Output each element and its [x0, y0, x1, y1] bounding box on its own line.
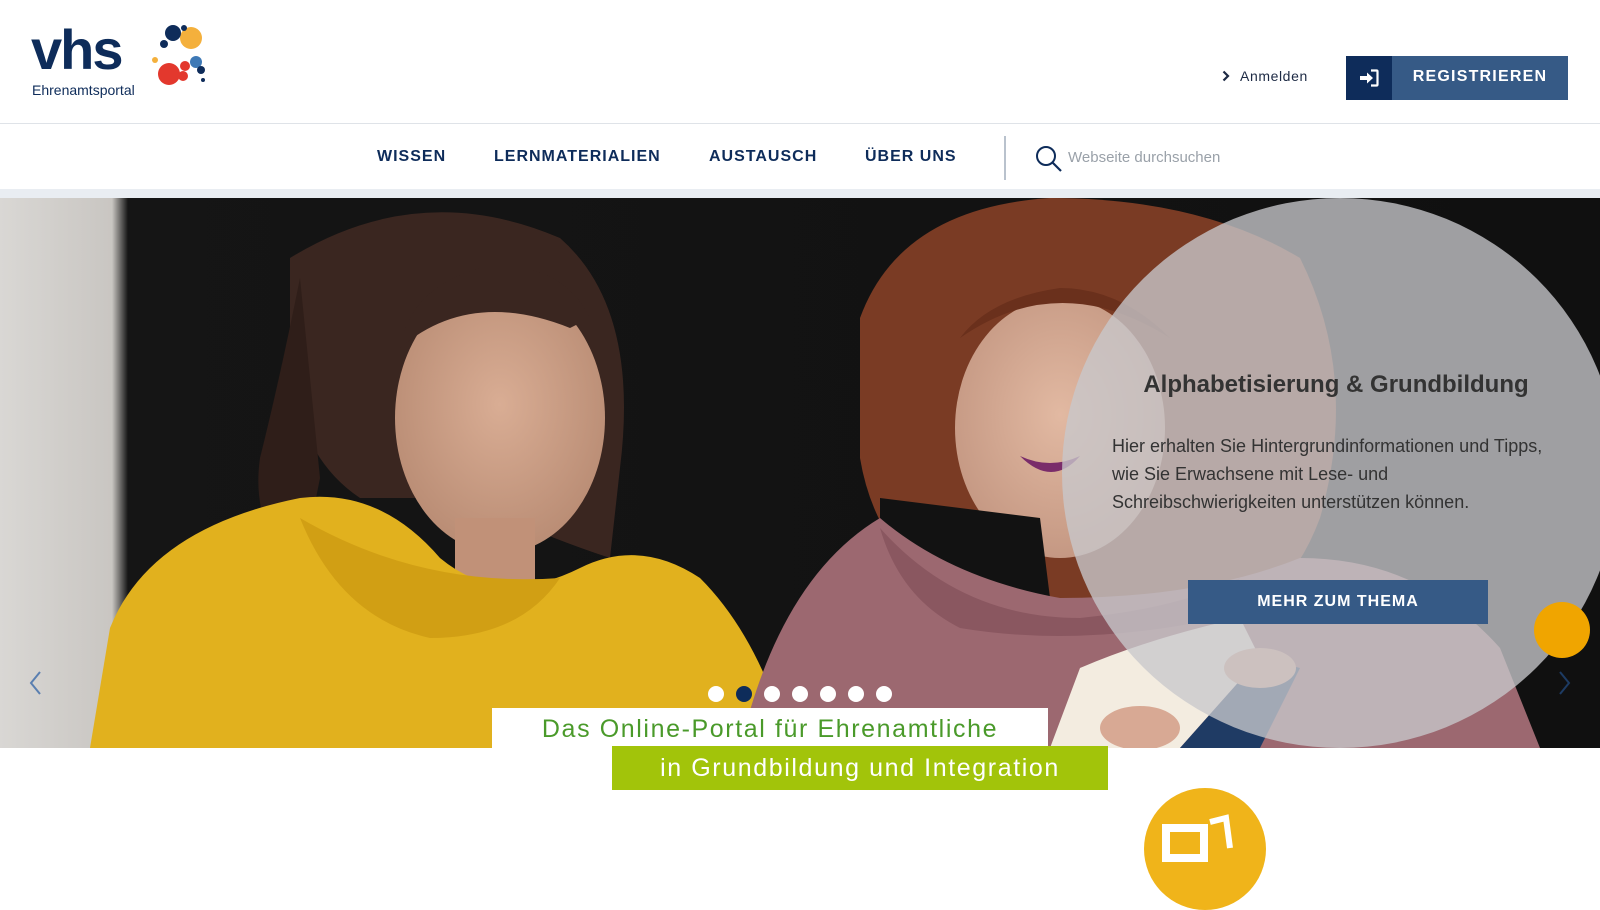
nav-item-wissen[interactable]: WISSEN: [377, 148, 446, 166]
book-icon: [1162, 814, 1233, 862]
chevron-left-icon[interactable]: [26, 668, 46, 698]
nav-item-lernmaterialien[interactable]: LERNMATERIALIEN: [494, 148, 661, 166]
mehr-zum-thema-button[interactable]: MEHR ZUM THEMA: [1188, 580, 1488, 624]
nav-item-ueber-uns[interactable]: ÜBER UNS: [865, 148, 957, 166]
logo-subtitle: Ehrenamtsportal: [32, 82, 135, 98]
tagline-line-1: Das Online-Portal für Ehrenamtliche: [492, 708, 1048, 750]
login-label: Anmelden: [1240, 68, 1308, 84]
hero-slider: Alphabetisierung & Grundbildung Hier erh…: [0, 198, 1600, 748]
nav-divider: [1004, 136, 1006, 180]
login-link[interactable]: Anmelden: [1222, 64, 1308, 88]
slide-dot-3[interactable]: [764, 686, 780, 702]
search-input[interactable]: [1068, 142, 1368, 172]
chevron-right-icon[interactable]: [1554, 668, 1574, 698]
logo-dots-icon: [152, 25, 205, 85]
slide-dot-6[interactable]: [848, 686, 864, 702]
hero-text: Hier erhalten Sie Hintergrundinformation…: [1112, 436, 1543, 512]
vhs-logo[interactable]: vhs Ehrenamtsportal: [31, 18, 211, 100]
chevron-right-icon: [1222, 70, 1230, 82]
site-header: vhs Ehrenamtsportal Anmelden REGISTRIERE…: [0, 0, 1600, 124]
register-label: REGISTRIEREN: [1412, 68, 1548, 85]
search-icon[interactable]: [1035, 145, 1063, 173]
nav-bottom-strip: [0, 189, 1600, 198]
feature-badge-icon[interactable]: [1144, 788, 1266, 910]
slide-dot-5[interactable]: [820, 686, 836, 702]
slide-dot-4[interactable]: [792, 686, 808, 702]
logo-wordmark: vhs: [31, 18, 123, 81]
slide-dot-7[interactable]: [876, 686, 892, 702]
nav-item-austausch[interactable]: AUSTAUSCH: [709, 148, 817, 166]
orange-accent-bubble[interactable]: [1534, 602, 1590, 658]
hero-title: Alphabetisierung & Grundbildung: [1143, 371, 1529, 398]
register-button[interactable]: REGISTRIEREN: [1346, 56, 1568, 100]
slide-dot-2[interactable]: [736, 686, 752, 702]
slide-dot-1[interactable]: [708, 686, 724, 702]
sign-in-icon: [1346, 56, 1392, 100]
slide-dots: [708, 686, 892, 702]
tagline-line-2: in Grundbildung und Integration: [612, 746, 1108, 790]
